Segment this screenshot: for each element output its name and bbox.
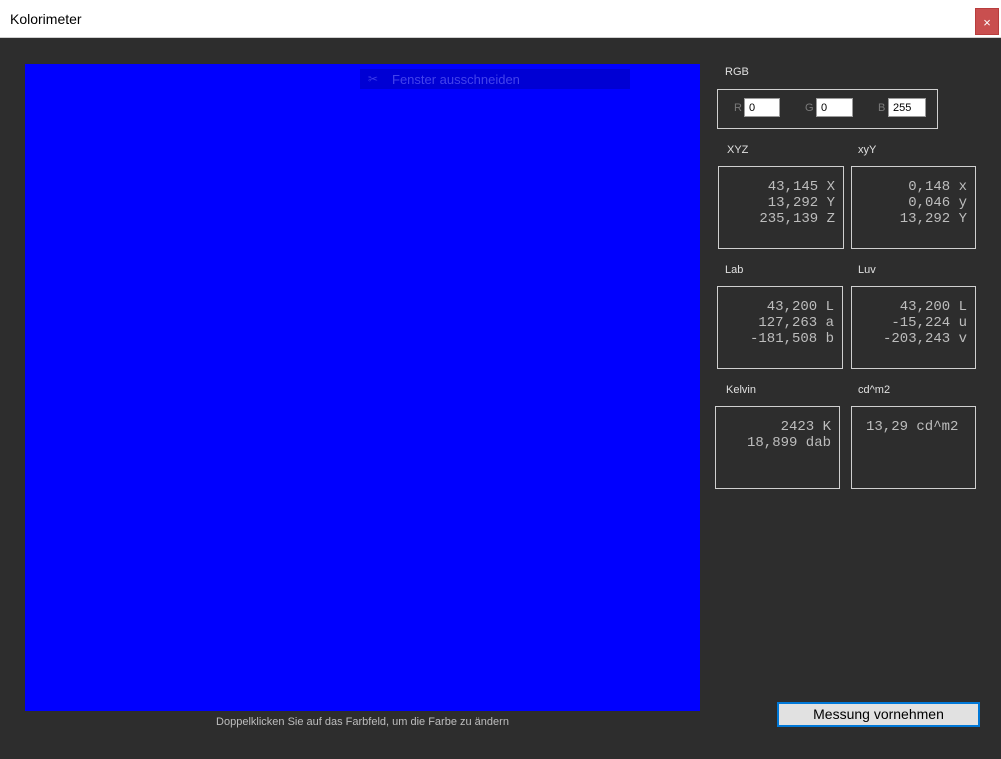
g-label: G (805, 102, 814, 114)
ghost-snip-label: Fenster ausschneiden (392, 72, 520, 87)
title-bar: Kolorimeter × (0, 0, 1001, 38)
swatch-hint: Doppelklicken Sie auf das Farbfeld, um d… (216, 716, 509, 728)
luv-u-value: -15,224 u (891, 315, 967, 331)
xyy-Y-value: 13,292 Y (899, 211, 967, 227)
luv-label: Luv (858, 264, 876, 276)
window-title: Kolorimeter (10, 11, 82, 27)
lab-a-value: 127,263 a (758, 315, 834, 331)
color-swatch[interactable]: ✂ Fenster ausschneiden (25, 64, 700, 711)
kelvin-box: 2423 K 18,899 dab (715, 406, 840, 489)
rgb-group: R G B (717, 89, 938, 129)
b-input[interactable] (888, 98, 926, 117)
scissors-icon: ✂ (368, 72, 379, 86)
luv-v-value: -203,243 v (882, 331, 967, 347)
close-icon: × (983, 15, 991, 30)
cdm2-label: cd^m2 (858, 384, 891, 396)
xyy-x-value: 0,148 x (908, 179, 967, 195)
kelvin-temperature-value: 2423 K (780, 419, 831, 435)
xyy-box: 0,148 x 0,046 y 13,292 Y (851, 166, 976, 249)
xyz-x-value: 43,145 X (767, 179, 835, 195)
rgb-label: RGB (725, 66, 749, 78)
lab-label: Lab (725, 264, 744, 276)
cdm2-value: 13,29 cd^m2 (866, 419, 959, 435)
r-input[interactable] (744, 98, 780, 117)
cdm2-box: 13,29 cd^m2 (851, 406, 976, 489)
lab-box: 43,200 L 127,263 a -181,508 b (717, 286, 843, 369)
xyz-label: XYZ (727, 144, 749, 156)
xyy-y-value: 0,046 y (908, 195, 967, 211)
ghost-snip-toolbar: ✂ Fenster ausschneiden (360, 69, 630, 89)
kelvin-label: Kelvin (726, 384, 756, 396)
b-label: B (878, 102, 886, 114)
luv-l-value: 43,200 L (899, 299, 967, 315)
xyy-label: xyY (858, 144, 877, 156)
kelvin-dab-value: 18,899 dab (746, 435, 831, 451)
client-area: ✂ Fenster ausschneiden Doppelklicken Sie… (0, 38, 1001, 759)
close-button[interactable]: × (975, 8, 999, 35)
luv-box: 43,200 L -15,224 u -203,243 v (851, 286, 976, 369)
xyz-values: 43,145 X 13,292 Y 235,139 Z (759, 179, 835, 227)
r-label: R (734, 102, 742, 114)
luv-values: 43,200 L -15,224 u -203,243 v (883, 299, 967, 347)
xyz-z-value: 235,139 Z (759, 211, 835, 227)
lab-b-value: -181,508 b (749, 331, 834, 347)
lab-l-value: 43,200 L (766, 299, 834, 315)
xyz-y-value: 13,292 Y (767, 195, 835, 211)
g-input[interactable] (816, 98, 853, 117)
kelvin-values: 2423 K 18,899 dab (747, 419, 831, 451)
xyy-values: 0,148 x 0,046 y 13,292 Y (900, 179, 967, 227)
measure-button[interactable]: Messung vornehmen (777, 702, 980, 727)
xyz-box: 43,145 X 13,292 Y 235,139 Z (718, 166, 844, 249)
lab-values: 43,200 L 127,263 a -181,508 b (750, 299, 834, 347)
